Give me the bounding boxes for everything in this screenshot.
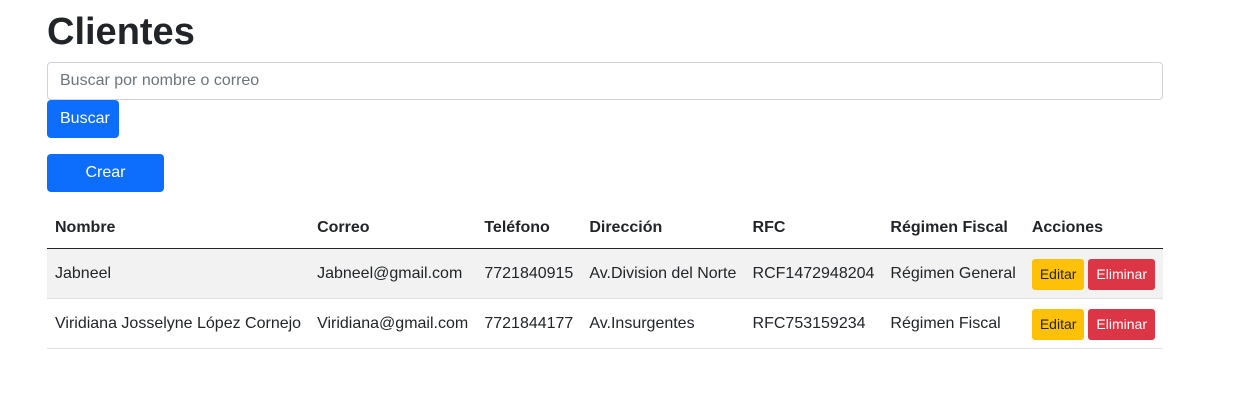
- cell-rfc: RCF1472948204: [744, 248, 883, 299]
- table-body: Jabneel Jabneel@gmail.com 7721840915 Av.…: [47, 248, 1163, 349]
- header-regimen: Régimen Fiscal: [882, 208, 1024, 249]
- cell-telefono: 7721844177: [476, 298, 582, 349]
- search-input[interactable]: [47, 62, 1163, 100]
- header-acciones: Acciones: [1023, 208, 1163, 249]
- cell-acciones: Editar Eliminar: [1023, 248, 1163, 299]
- cell-direccion: Av.Insurgentes: [581, 298, 745, 349]
- cell-regimen: Régimen Fiscal: [882, 298, 1024, 349]
- cell-nombre: Jabneel: [47, 248, 310, 299]
- cell-direccion: Av.Division del Norte: [581, 248, 745, 299]
- delete-button[interactable]: Eliminar: [1088, 309, 1155, 340]
- edit-button[interactable]: Editar: [1031, 259, 1085, 290]
- cell-correo: Viridiana@gmail.com: [309, 298, 477, 349]
- cell-regimen: Régimen General: [882, 248, 1024, 299]
- table-header: Nombre Correo Teléfono Dirección RFC Rég…: [47, 208, 1163, 249]
- cell-acciones: Editar Eliminar: [1023, 298, 1163, 349]
- cell-rfc: RFC753159234: [744, 298, 883, 349]
- table-row: Viridiana Josselyne López Cornejo Viridi…: [47, 298, 1163, 349]
- header-direccion: Dirección: [581, 208, 745, 249]
- edit-button[interactable]: Editar: [1031, 309, 1085, 340]
- table-row: Jabneel Jabneel@gmail.com 7721840915 Av.…: [47, 248, 1163, 299]
- header-row: Nombre Correo Teléfono Dirección RFC Rég…: [47, 208, 1163, 249]
- header-rfc: RFC: [744, 208, 883, 249]
- clients-table: Nombre Correo Teléfono Dirección RFC Rég…: [47, 208, 1163, 349]
- create-client-button[interactable]: Crear Cliente: [47, 154, 164, 219]
- header-telefono: Teléfono: [476, 208, 582, 249]
- header-correo: Correo: [309, 208, 477, 249]
- cell-telefono: 7721840915: [476, 248, 582, 299]
- delete-button[interactable]: Eliminar: [1088, 259, 1155, 290]
- header-nombre: Nombre: [47, 208, 310, 249]
- page-title: Clientes: [47, 11, 195, 53]
- cell-nombre: Viridiana Josselyne López Cornejo: [47, 298, 310, 349]
- search-button[interactable]: Buscar: [47, 100, 119, 138]
- cell-correo: Jabneel@gmail.com: [309, 248, 477, 299]
